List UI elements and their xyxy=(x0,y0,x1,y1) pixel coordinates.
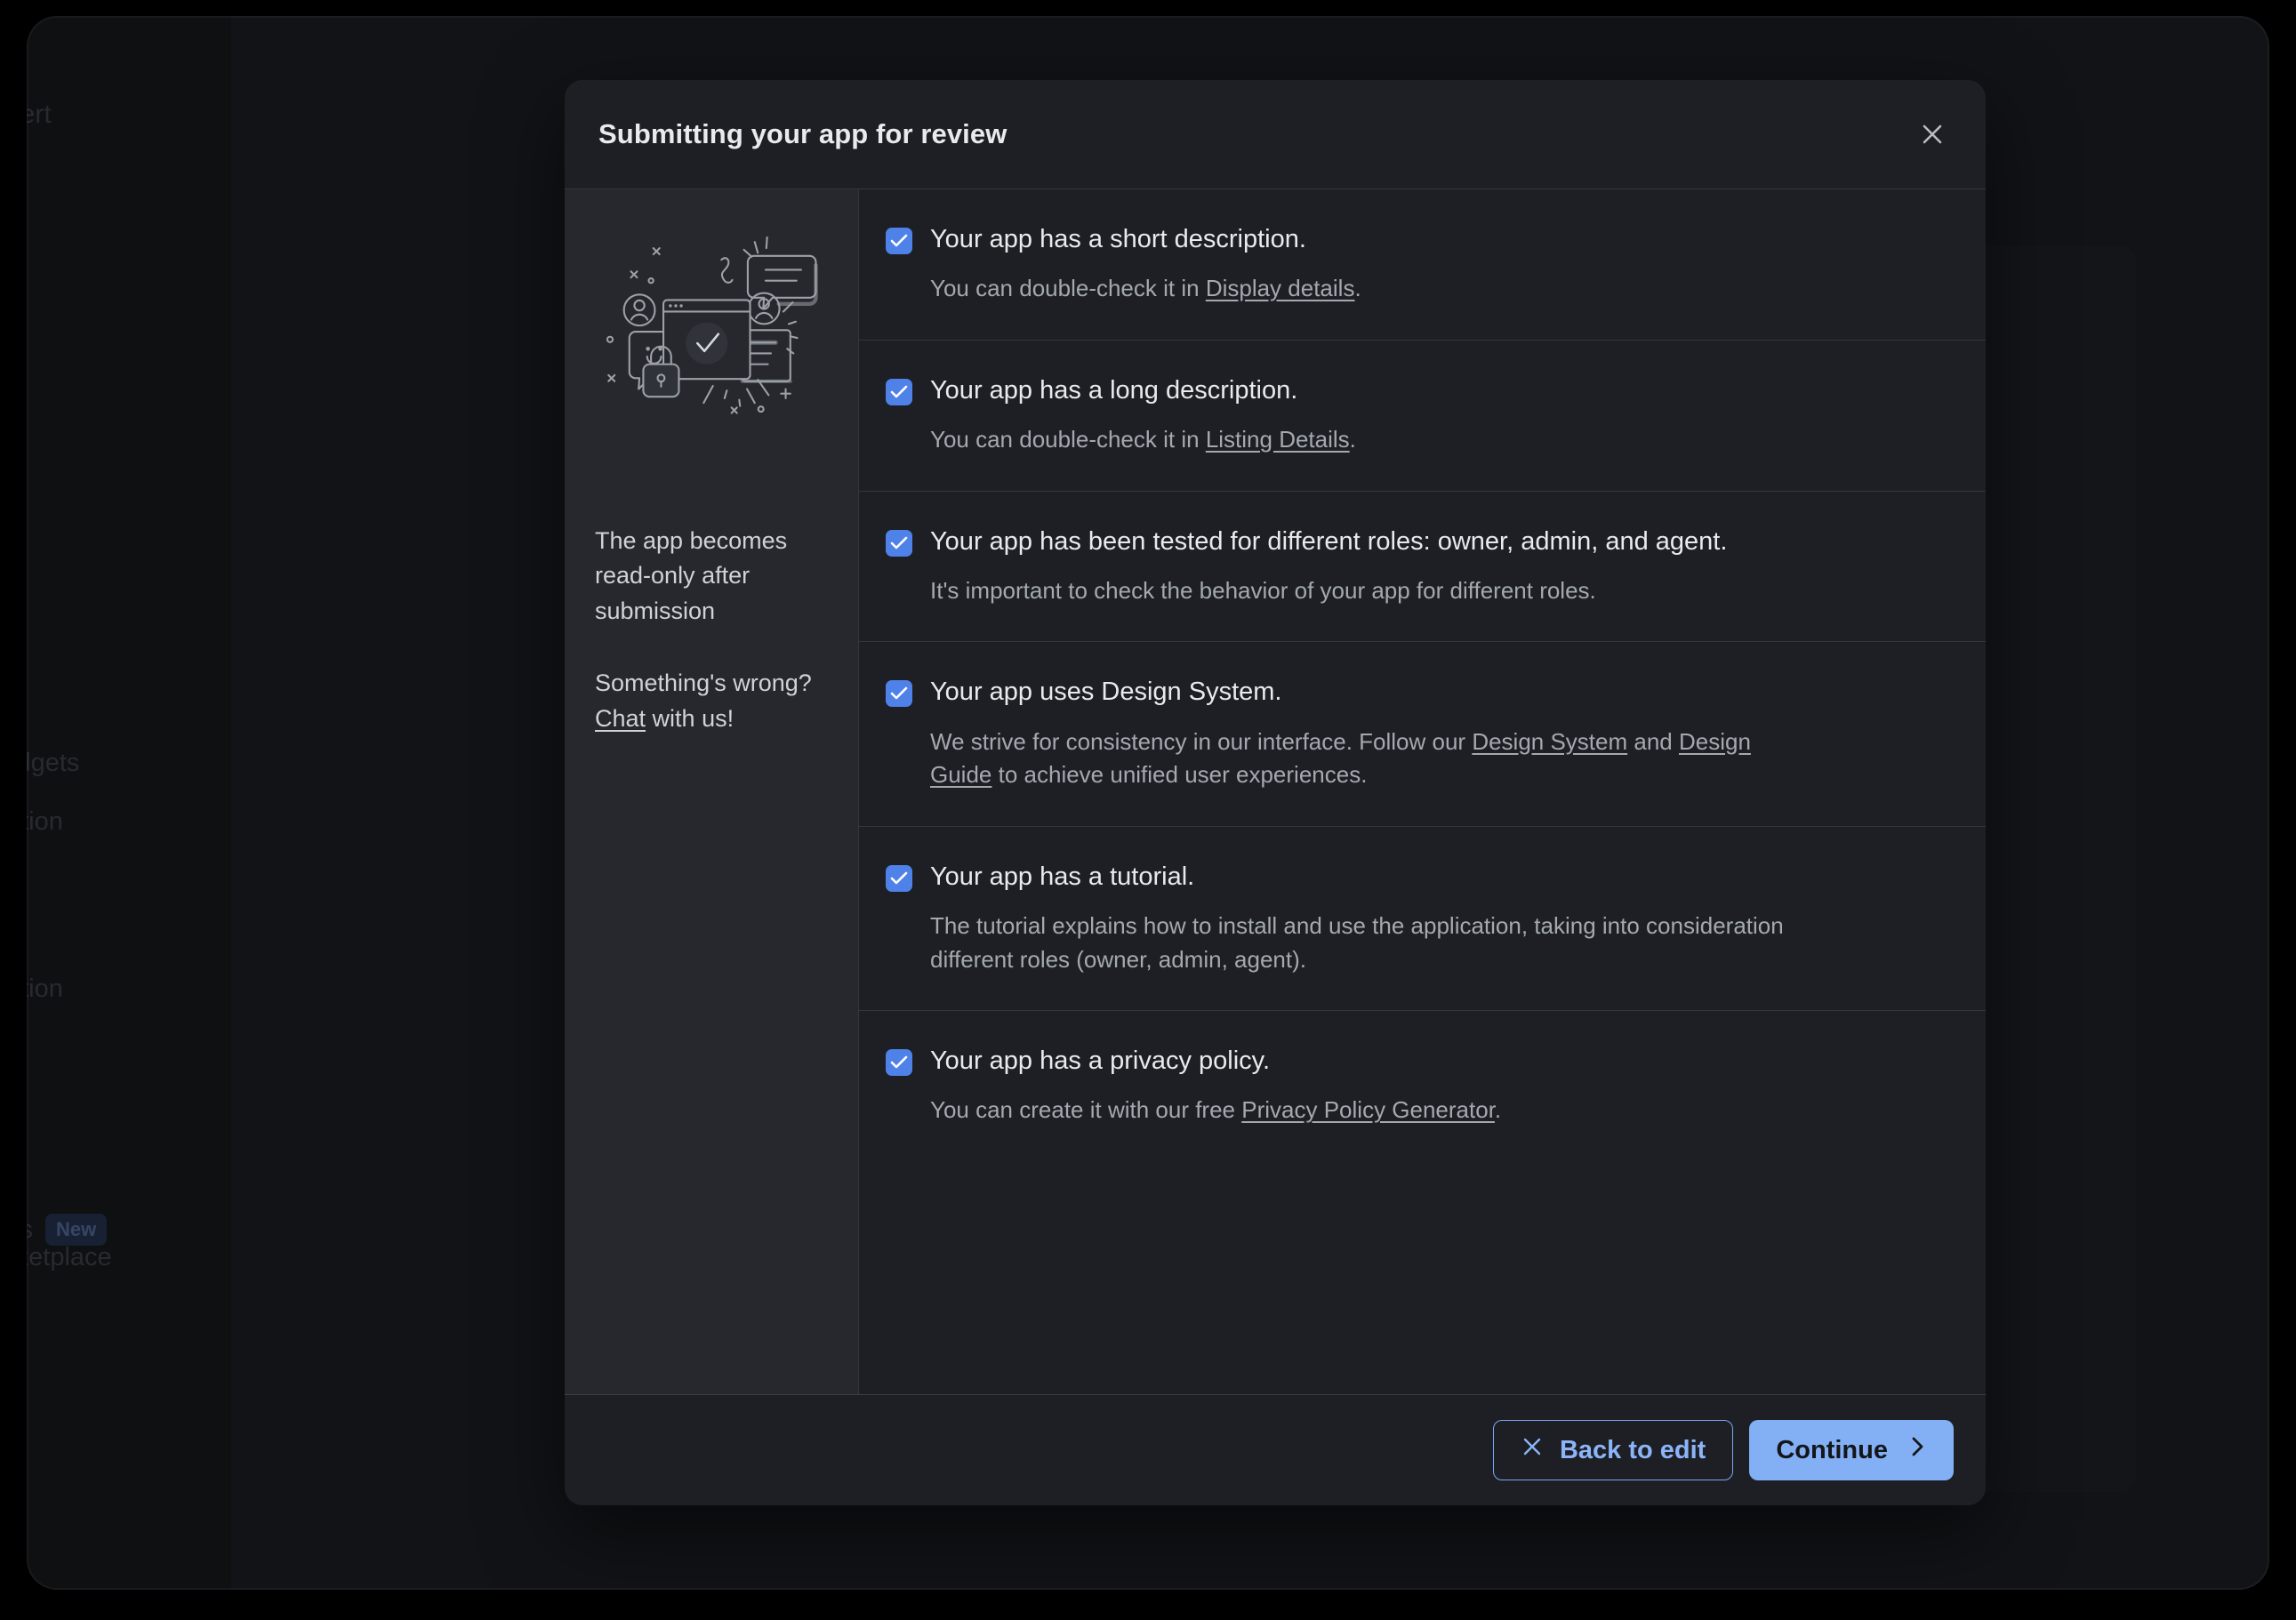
chat-link[interactable]: Chat xyxy=(595,705,646,732)
continue-button[interactable]: Continue xyxy=(1749,1420,1954,1480)
checklist-item: Your app has a short description. You ca… xyxy=(859,189,1986,341)
checkbox-design-system[interactable] xyxy=(886,680,912,707)
app-window: lert ks New n idgets ation s ation rketp… xyxy=(27,16,2269,1590)
checklist-item: Your app has a tutorial. The tutorial ex… xyxy=(859,827,1986,1011)
checklist-item-label: Your app has a short description. xyxy=(930,223,1306,256)
modal-side-panel: The app becomes read-only after submissi… xyxy=(565,189,858,1394)
checklist-item-desc: It's important to check the behavior of … xyxy=(930,574,1810,608)
desc-suffix: to achieve unified user experiences. xyxy=(991,761,1367,788)
modal-header: Submitting your app for review xyxy=(565,80,1986,188)
desc-prefix: You can double-check it in xyxy=(930,426,1206,453)
app-review-illustration xyxy=(595,225,828,428)
modal-title: Submitting your app for review xyxy=(598,118,1007,150)
desc-suffix: . xyxy=(1350,426,1356,453)
desc-prefix: You can double-check it in xyxy=(930,275,1206,301)
help-note: Something's wrong? Chat with us! xyxy=(595,666,828,736)
checklist-item-desc: You can double-check it in Display detai… xyxy=(930,272,1810,306)
design-system-link[interactable]: Design System xyxy=(1472,728,1627,755)
checkbox-short-description[interactable] xyxy=(886,228,912,254)
desc-prefix: We strive for consistency in our interfa… xyxy=(930,728,1472,755)
close-icon xyxy=(1521,1435,1544,1465)
continue-label: Continue xyxy=(1776,1436,1888,1465)
checkbox-tutorial[interactable] xyxy=(886,865,912,892)
desc-prefix: You can create it with our free xyxy=(930,1096,1241,1123)
desc-suffix: . xyxy=(1354,275,1361,301)
checklist-item: Your app has been tested for different r… xyxy=(859,492,1986,643)
checklist-item-label: Your app uses Design System. xyxy=(930,676,1281,709)
chevron-right-icon xyxy=(1907,1435,1927,1465)
readonly-note: The app becomes read-only after submissi… xyxy=(595,524,828,629)
back-to-edit-button[interactable]: Back to edit xyxy=(1493,1420,1733,1480)
checklist-item-desc: You can create it with our free Privacy … xyxy=(930,1094,1810,1127)
checklist-item: Your app has a long description. You can… xyxy=(859,341,1986,492)
privacy-policy-generator-link[interactable]: Privacy Policy Generator xyxy=(1241,1096,1495,1123)
back-to-edit-label: Back to edit xyxy=(1560,1436,1706,1465)
checklist-item-label: Your app has a tutorial. xyxy=(930,861,1194,894)
checkbox-tested-roles[interactable] xyxy=(886,530,912,557)
checkbox-privacy-policy[interactable] xyxy=(886,1049,912,1076)
desc-middle: and xyxy=(1627,728,1679,755)
checklist-item-desc: We strive for consistency in our interfa… xyxy=(930,726,1810,792)
modal-body: The app becomes read-only after submissi… xyxy=(565,188,1986,1394)
checklist-item: Your app uses Design System. We strive f… xyxy=(859,642,1986,826)
review-checklist: Your app has a short description. You ca… xyxy=(858,189,1986,1394)
checklist-item-desc: You can double-check it in Listing Detai… xyxy=(930,423,1810,457)
checklist-item-label: Your app has a privacy policy. xyxy=(930,1045,1270,1078)
close-icon[interactable] xyxy=(1909,111,1955,157)
help-note-prefix: Something's wrong? xyxy=(595,670,812,696)
listing-details-link[interactable]: Listing Details xyxy=(1206,426,1350,453)
desc-suffix: . xyxy=(1495,1096,1501,1123)
help-note-suffix: with us! xyxy=(646,705,734,732)
submit-review-modal: Submitting your app for review xyxy=(565,80,1986,1505)
checklist-item: Your app has a privacy policy. You can c… xyxy=(859,1011,1986,1161)
checklist-item-desc: The tutorial explains how to install and… xyxy=(930,910,1810,976)
modal-footer: Back to edit Continue xyxy=(565,1394,1986,1505)
checkbox-long-description[interactable] xyxy=(886,379,912,405)
checklist-item-label: Your app has been tested for different r… xyxy=(930,525,1727,558)
checklist-item-label: Your app has a long description. xyxy=(930,374,1297,407)
display-details-link[interactable]: Display details xyxy=(1206,275,1355,301)
